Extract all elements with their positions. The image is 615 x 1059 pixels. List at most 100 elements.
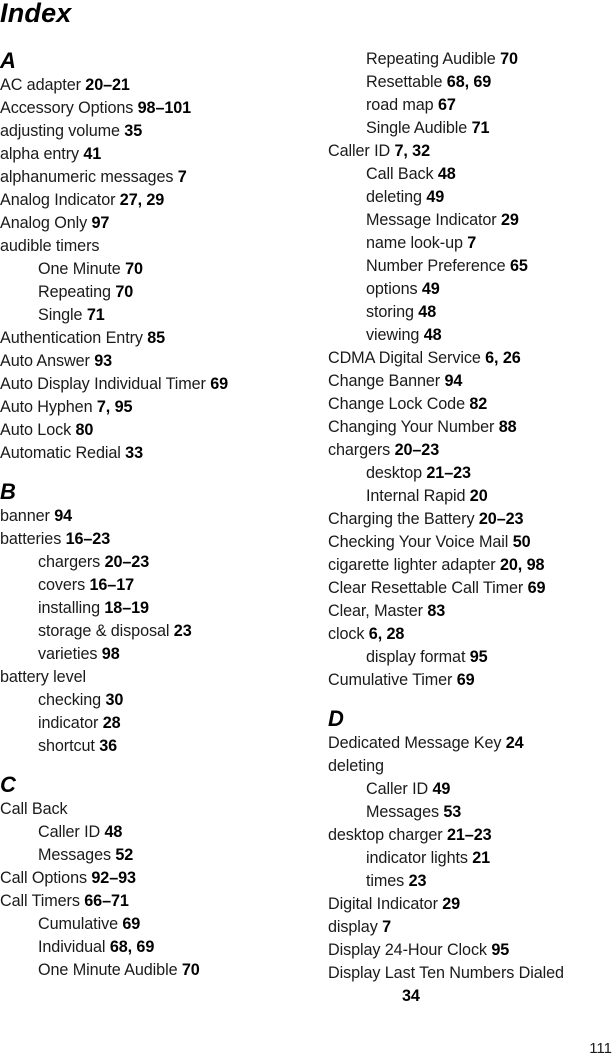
- entry-term: name look-up: [366, 234, 463, 252]
- entry-page-ref[interactable]: 50: [513, 533, 531, 551]
- entry-page-ref[interactable]: 95: [470, 648, 488, 666]
- entry-page-ref[interactable]: 94: [54, 507, 72, 525]
- entry-page-ref[interactable]: 49: [426, 188, 444, 206]
- entry-page-ref[interactable]: 66–71: [84, 892, 129, 910]
- entry-page-ref[interactable]: 7: [382, 918, 391, 936]
- entry-page-ref[interactable]: 23: [174, 622, 192, 640]
- entry-page-ref[interactable]: 30: [106, 691, 124, 709]
- entry-page-ref[interactable]: 93: [94, 352, 112, 370]
- entry-page-ref[interactable]: 21–23: [447, 826, 492, 844]
- entry-page-ref[interactable]: 29: [442, 895, 460, 913]
- entry-page-ref[interactable]: 98–101: [138, 99, 192, 117]
- entry-page-ref[interactable]: 83: [427, 602, 445, 620]
- entry-page-ref[interactable]: 48: [438, 165, 456, 183]
- entry-page-ref[interactable]: 49: [432, 780, 450, 798]
- entry-page-ref[interactable]: 23: [409, 872, 427, 890]
- entry-page-ref[interactable]: 7, 95: [97, 398, 133, 416]
- entry-page-ref[interactable]: 52: [115, 846, 133, 864]
- entry-page-ref[interactable]: 48: [418, 303, 436, 321]
- entry-term: Number Preference: [366, 257, 506, 275]
- entry-term: Automatic Redial: [0, 444, 121, 462]
- entry-page-ref[interactable]: 70: [500, 50, 518, 68]
- entry-page-ref[interactable]: 95: [491, 941, 509, 959]
- entry-page-ref[interactable]: 49: [422, 280, 440, 298]
- entry-page-ref[interactable]: 69: [457, 671, 475, 689]
- entry-term: desktop charger: [328, 826, 443, 844]
- index-subentry: varieties 98: [0, 643, 315, 666]
- entry-page-ref[interactable]: 48: [424, 326, 442, 344]
- index-subentry: Call Back 48: [328, 163, 615, 186]
- entry-page-ref[interactable]: 7: [178, 168, 187, 186]
- index-column-right: Repeating Audible 70 Resettable 68, 69 roa…: [328, 48, 615, 1008]
- entry-page-ref[interactable]: 21–23: [426, 464, 471, 482]
- entry-page-ref[interactable]: 98: [102, 645, 120, 663]
- entry-page-ref[interactable]: 41: [83, 145, 101, 163]
- entry-page-ref[interactable]: 20–23: [105, 553, 150, 571]
- index-entry: battery level: [0, 666, 315, 689]
- entry-page-ref[interactable]: 69: [122, 915, 140, 933]
- entry-page-ref[interactable]: 70: [125, 260, 143, 278]
- index-subentry: storing 48: [328, 301, 615, 324]
- entry-page-ref[interactable]: 29: [501, 211, 519, 229]
- entry-page-ref[interactable]: 20, 98: [500, 556, 545, 574]
- entry-term: varieties: [38, 645, 98, 663]
- entry-term: Individual: [38, 938, 106, 956]
- entry-page-ref[interactable]: 6, 26: [485, 349, 521, 367]
- index-entry: Call Back: [0, 798, 315, 821]
- entry-page-ref[interactable]: 53: [443, 803, 461, 821]
- entry-term: alphanumeric messages: [0, 168, 174, 186]
- entry-page-ref[interactable]: 7, 32: [394, 142, 430, 160]
- entry-page-ref[interactable]: 85: [147, 329, 165, 347]
- entry-page-ref[interactable]: 70: [182, 961, 200, 979]
- entry-page-ref[interactable]: 33: [125, 444, 143, 462]
- index-subentry: Resettable 68, 69: [328, 71, 615, 94]
- index-entry: alphanumeric messages 7: [0, 166, 315, 189]
- entry-term: Auto Hyphen: [0, 398, 93, 416]
- entry-page-ref[interactable]: 20–21: [85, 76, 130, 94]
- entry-page-ref[interactable]: 68, 69: [447, 73, 492, 91]
- entry-page-ref[interactable]: 92–93: [91, 869, 136, 887]
- entry-term: Change Banner: [328, 372, 441, 390]
- entry-term: Clear Resettable Call Timer: [328, 579, 524, 597]
- entry-page-ref[interactable]: 28: [103, 714, 121, 732]
- entry-page-ref[interactable]: 71: [472, 119, 490, 137]
- index-subentry: display format 95: [328, 646, 615, 669]
- entry-page-ref[interactable]: 80: [76, 421, 94, 439]
- entry-page-ref[interactable]: 82: [469, 395, 487, 413]
- entry-page-ref[interactable]: 88: [499, 418, 517, 436]
- entry-page-ref[interactable]: 6, 28: [369, 625, 405, 643]
- index-subentry: times 23: [328, 870, 615, 893]
- entry-term: shortcut: [38, 737, 95, 755]
- index-entry: Automatic Redial 33: [0, 442, 315, 465]
- entry-page-ref[interactable]: 18–19: [104, 599, 149, 617]
- entry-page-ref[interactable]: 65: [510, 257, 528, 275]
- entry-term: indicator: [38, 714, 99, 732]
- entry-page-ref[interactable]: 24: [506, 734, 524, 752]
- entry-page-ref[interactable]: 7: [467, 234, 476, 252]
- entry-page-ref[interactable]: 35: [124, 122, 142, 140]
- entry-page-ref[interactable]: 94: [445, 372, 463, 390]
- index-subentry: Single 71: [0, 304, 315, 327]
- entry-page-ref[interactable]: 68, 69: [110, 938, 155, 956]
- entry-page-ref[interactable]: 20: [470, 487, 488, 505]
- entry-page-ref[interactable]: 97: [92, 214, 110, 232]
- entry-page-ref[interactable]: 34: [402, 987, 420, 1005]
- entry-page-ref[interactable]: 27, 29: [120, 191, 165, 209]
- entry-page-ref[interactable]: 20–23: [395, 441, 440, 459]
- entry-page-ref[interactable]: 16–23: [66, 530, 111, 548]
- entry-page-ref[interactable]: 21: [472, 849, 490, 867]
- entry-page-ref[interactable]: 70: [115, 283, 133, 301]
- index-subentry: shortcut 36: [0, 735, 315, 758]
- entry-page-ref[interactable]: 48: [104, 823, 122, 841]
- entry-page-ref[interactable]: 67: [438, 96, 456, 114]
- index-entry: batteries 16–23: [0, 528, 315, 551]
- entry-page-ref[interactable]: 16–17: [89, 576, 134, 594]
- entry-page-ref[interactable]: 71: [87, 306, 105, 324]
- entry-term: Auto Answer: [0, 352, 90, 370]
- entry-page-ref[interactable]: 20–23: [479, 510, 524, 528]
- index-entry: Clear Resettable Call Timer 69: [328, 577, 615, 600]
- entry-page-ref[interactable]: 69: [528, 579, 546, 597]
- entry-page-ref[interactable]: 36: [99, 737, 117, 755]
- entry-page-ref[interactable]: 69: [210, 375, 228, 393]
- index-entry: Digital Indicator 29: [328, 893, 615, 916]
